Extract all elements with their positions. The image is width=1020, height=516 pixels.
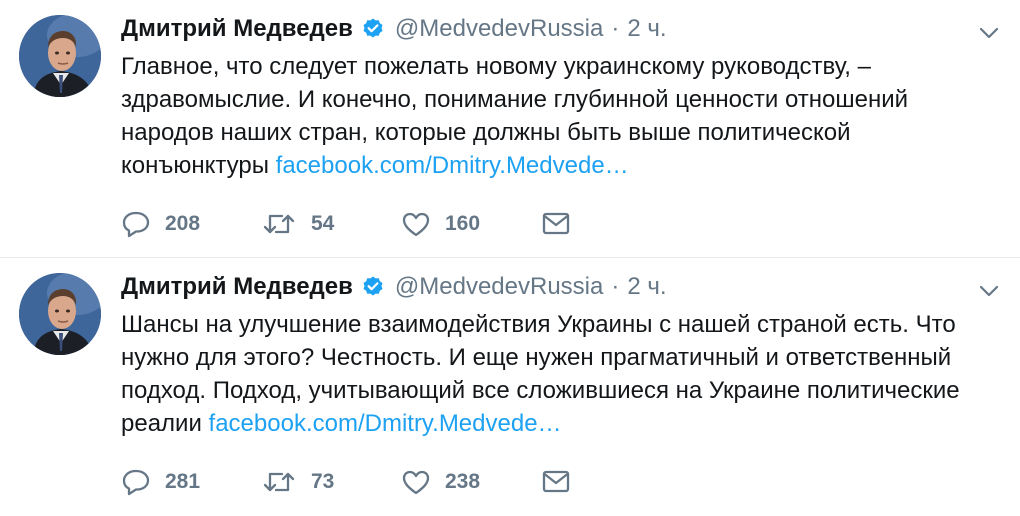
tweet-text-line: Главное, что следует пожелать новому укр… bbox=[121, 53, 871, 80]
separator-dot: · bbox=[611, 273, 620, 300]
tweet-text: Шансы на улучшение взаимодействия Украин… bbox=[121, 308, 1001, 440]
author-name[interactable]: Дмитрий Медведев bbox=[121, 15, 353, 43]
like-icon bbox=[402, 212, 430, 237]
tweet-text-line: здравомыслие. И конечно, понимание глуби… bbox=[121, 86, 909, 113]
tweet-text-line-last: реалии facebook.com/Dmitry.Medvede… bbox=[121, 407, 1001, 440]
like-button[interactable]: 238 bbox=[401, 468, 541, 496]
reply-icon bbox=[122, 469, 150, 496]
tweet-text-line: подход. Подход, учитывающий все сложивши… bbox=[121, 377, 960, 404]
tweet-text-tail: реалии bbox=[121, 410, 209, 437]
retweet-button[interactable]: 73 bbox=[261, 468, 401, 496]
chevron-down-icon[interactable] bbox=[978, 22, 1000, 44]
author-handle[interactable]: @MedvedevRussia bbox=[395, 273, 603, 301]
author-name[interactable]: Дмитрий Медведев bbox=[121, 273, 353, 301]
reply-icon bbox=[122, 211, 150, 238]
direct-message-button[interactable] bbox=[541, 469, 581, 495]
tweet-text-line: Шансы на улучшение взаимодействия Украин… bbox=[121, 311, 956, 338]
reply-button[interactable]: 208 bbox=[121, 210, 261, 238]
retweet-icon bbox=[263, 472, 295, 492]
tweet-header: Дмитрий Медведев @MedvedevRussia · 2 ч. bbox=[121, 271, 667, 303]
tweet-text-line-last: конъюнктуры facebook.com/Dmitry.Medvede… bbox=[121, 149, 1001, 182]
like-icon bbox=[402, 470, 430, 495]
verified-badge-icon bbox=[361, 275, 385, 299]
retweet-count: 54 bbox=[311, 212, 335, 235]
tweet-text-line: народов наших стран, которые должны быть… bbox=[121, 119, 851, 146]
tweet-link[interactable]: facebook.com/Dmitry.Medvede… bbox=[209, 410, 562, 437]
separator-dot: · bbox=[611, 15, 620, 42]
tweet-header: Дмитрий Медведев @MedvedevRussia · 2 ч. bbox=[121, 13, 667, 45]
timestamp[interactable]: 2 ч. bbox=[627, 15, 666, 43]
tweet-text-line: нужно для этого? Честность. И еще нужен … bbox=[121, 344, 952, 371]
tweet[interactable]: Дмитрий Медведев @MedvedevRussia · 2 ч. … bbox=[0, 258, 1020, 516]
reply-count: 281 bbox=[165, 470, 201, 493]
reply-button[interactable]: 281 bbox=[121, 468, 261, 496]
direct-message-icon bbox=[542, 212, 570, 235]
avatar[interactable] bbox=[19, 273, 101, 355]
retweet-icon bbox=[263, 214, 295, 234]
direct-message-button[interactable] bbox=[541, 211, 581, 237]
tweet-text-tail: конъюнктуры bbox=[121, 152, 276, 179]
author-handle[interactable]: @MedvedevRussia bbox=[395, 15, 603, 43]
avatar[interactable] bbox=[19, 15, 101, 97]
like-count: 238 bbox=[445, 470, 481, 493]
tweet-link[interactable]: facebook.com/Dmitry.Medvede… bbox=[276, 152, 629, 179]
chevron-down-icon[interactable] bbox=[978, 280, 1000, 302]
retweet-button[interactable]: 54 bbox=[261, 210, 401, 238]
reply-count: 208 bbox=[165, 212, 201, 235]
like-button[interactable]: 160 bbox=[401, 210, 541, 238]
verified-badge-icon bbox=[361, 17, 385, 41]
timestamp[interactable]: 2 ч. bbox=[627, 273, 666, 301]
like-count: 160 bbox=[445, 212, 481, 235]
direct-message-icon bbox=[542, 470, 570, 493]
tweet[interactable]: Дмитрий Медведев @MedvedevRussia · 2 ч. … bbox=[0, 0, 1020, 258]
retweet-count: 73 bbox=[311, 470, 335, 493]
tweet-text: Главное, что следует пожелать новому укр… bbox=[121, 50, 1001, 182]
tweet-actions: 281 73 238 bbox=[121, 465, 581, 499]
tweet-actions: 208 54 160 bbox=[121, 207, 581, 241]
